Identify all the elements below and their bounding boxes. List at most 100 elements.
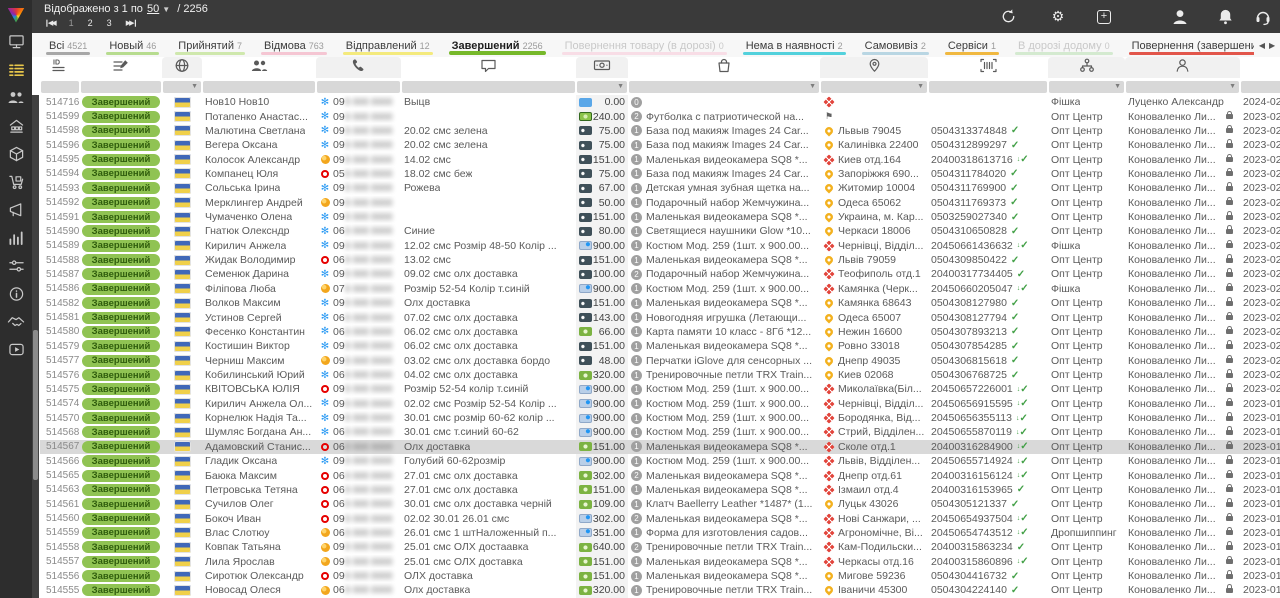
order-row-514577[interactable]: 514577ЗавершенийЧерниш Максим098 888 888… bbox=[40, 353, 1280, 367]
sidebar-item-orders[interactable] bbox=[0, 58, 32, 86]
order-row-514599[interactable]: 514599ЗавершенийПотапенко Анастас...✻098… bbox=[40, 109, 1280, 123]
sidebar-item-procurement[interactable] bbox=[0, 170, 32, 198]
filter-input-id[interactable] bbox=[41, 81, 79, 93]
order-row-514595[interactable]: 514595ЗавершенийКолосок Александр098 888… bbox=[40, 152, 1280, 166]
tab-2[interactable]: Новый46 bbox=[98, 33, 167, 57]
tabs-scroll-left-icon[interactable]: ◀ bbox=[1259, 41, 1265, 50]
refresh-icon[interactable] bbox=[1000, 0, 1017, 33]
order-row-514716[interactable]: 514716ЗавершенийНов10 Нов10✻098 888 8888… bbox=[40, 95, 1280, 109]
column-header-comment[interactable] bbox=[401, 57, 576, 78]
column-header-fulfillment[interactable] bbox=[1048, 57, 1125, 78]
order-row-514582[interactable]: 514582ЗавершенийВолков Максим✻098 888 88… bbox=[40, 296, 1280, 310]
column-header-money[interactable] bbox=[576, 57, 628, 78]
column-header-phone[interactable] bbox=[316, 57, 401, 78]
filter-input-client[interactable] bbox=[203, 81, 315, 93]
filter-input-fulfillment[interactable]: ▼ bbox=[1049, 81, 1124, 93]
filter-input-money[interactable]: ▼ bbox=[577, 81, 627, 93]
profile-icon[interactable] bbox=[1171, 0, 1189, 33]
order-row-514574[interactable]: 514574ЗавершенийКирилич Анжела Ол...✻098… bbox=[40, 397, 1280, 411]
filter-input-ttn[interactable] bbox=[929, 81, 1047, 93]
settings-gear-icon[interactable]: ⚙ bbox=[1043, 0, 1073, 33]
order-row-514594[interactable]: 514594ЗавершенийКомпанец Юля058 888 8888… bbox=[40, 167, 1280, 181]
first-page-button[interactable]: ❙◀◀ bbox=[44, 19, 55, 27]
order-row-514598[interactable]: 514598ЗавершенийМалютина Светлана✻098 88… bbox=[40, 124, 1280, 138]
order-row-514555[interactable]: 514555ЗавершенийНовосад Олеся068 888 888… bbox=[40, 583, 1280, 597]
order-row-514588[interactable]: 514588ЗавершенийЖидак Володимир068 888 8… bbox=[40, 253, 1280, 267]
tab-1[interactable]: Всі4521 bbox=[38, 33, 98, 57]
tab-6[interactable]: Завершений2256 bbox=[441, 33, 554, 57]
column-header-ttn[interactable] bbox=[928, 57, 1048, 78]
order-row-514596[interactable]: 514596ЗавершенийВегера Оксана✻098 888 88… bbox=[40, 138, 1280, 152]
filter-input-phone[interactable] bbox=[317, 81, 400, 93]
page-button-1[interactable]: 1 bbox=[69, 18, 74, 28]
add-new-icon[interactable]: + bbox=[1097, 0, 1111, 33]
order-row-514559[interactable]: 514559ЗавершенийВлас Слотюу068 888 88882… bbox=[40, 526, 1280, 540]
order-row-514560[interactable]: 514560ЗавершенийБокоч Иван098 888 888802… bbox=[40, 511, 1280, 525]
order-row-514590[interactable]: 514590ЗавершенийГнатюк Олексндр✻068 888 … bbox=[40, 224, 1280, 238]
tab-10[interactable]: Сервіси1 bbox=[937, 33, 1007, 57]
scrollbar-thumb[interactable] bbox=[33, 330, 38, 480]
last-page-button[interactable]: ▶▶❙ bbox=[126, 19, 137, 27]
order-row-514592[interactable]: 514592ЗавершенийМерклингер Андрей098 888… bbox=[40, 196, 1280, 210]
order-row-514567[interactable]: 514567ЗавершенийАдамовский Станис...068 … bbox=[40, 440, 1280, 454]
tab-11[interactable]: В дорозі додому0 bbox=[1007, 33, 1121, 57]
order-row-514579[interactable]: 514579ЗавершенийКостишин Виктор✻098 888 … bbox=[40, 339, 1280, 353]
support-icon[interactable] bbox=[1254, 0, 1272, 33]
order-row-514586[interactable]: 514586ЗавершенийФіліпова Люба078 888 888… bbox=[40, 282, 1280, 296]
column-header-status[interactable] bbox=[80, 57, 162, 78]
order-row-514576[interactable]: 514576ЗавершенийКобилинський Юрий✻068 88… bbox=[40, 368, 1280, 382]
page-button-2[interactable]: 2 bbox=[88, 18, 93, 28]
order-row-514581[interactable]: 514581ЗавершенийУстинов Сергей✻068 888 8… bbox=[40, 310, 1280, 324]
tab-7[interactable]: Повернення товару (в дорозі)0 bbox=[554, 33, 735, 57]
order-row-514580[interactable]: 514580ЗавершенийФесенко Константин✻068 8… bbox=[40, 325, 1280, 339]
order-row-514593[interactable]: 514593ЗавершенийСольська Ірина✻098 888 8… bbox=[40, 181, 1280, 195]
filter-input-manager[interactable]: ▼ bbox=[1126, 81, 1239, 93]
tab-8[interactable]: Нема в наявності2 bbox=[735, 33, 854, 57]
filter-input-comment[interactable] bbox=[402, 81, 575, 93]
column-header-client[interactable] bbox=[202, 57, 316, 78]
tab-3[interactable]: Прийнятий7 bbox=[167, 33, 253, 57]
order-row-514566[interactable]: 514566ЗавершенийГладик Оксана✻098 888 88… bbox=[40, 454, 1280, 468]
order-row-514563[interactable]: 514563ЗавершенийПетровська Тетяна068 888… bbox=[40, 483, 1280, 497]
order-row-514558[interactable]: 514558ЗавершенийКовпак Татьяна098 888 88… bbox=[40, 540, 1280, 554]
order-row-514568[interactable]: 514568ЗавершенийШумляс Богдана Ан...✻068… bbox=[40, 425, 1280, 439]
sidebar-item-products[interactable] bbox=[0, 142, 32, 170]
tab-4[interactable]: Відмова763 bbox=[253, 33, 335, 57]
order-row-514591[interactable]: 514591ЗавершенийЧумаченко Олена✻098 888 … bbox=[40, 210, 1280, 224]
filter-input-flag[interactable]: ▼ bbox=[163, 81, 201, 93]
sidebar-item-marketing[interactable] bbox=[0, 198, 32, 226]
order-row-514570[interactable]: 514570ЗавершенийКорнелюк Надія Та...✻098… bbox=[40, 411, 1280, 425]
app-logo[interactable] bbox=[0, 0, 32, 30]
filter-input-delivery[interactable]: ▼ bbox=[821, 81, 927, 93]
sidebar-item-company[interactable] bbox=[0, 114, 32, 142]
order-row-514575[interactable]: 514575ЗавершенийКВІТОВСЬКА ЮЛІЯ098 888 8… bbox=[40, 382, 1280, 396]
sidebar-item-settings-sliders[interactable] bbox=[0, 254, 32, 282]
filter-input-date[interactable] bbox=[1241, 81, 1280, 93]
order-row-514565[interactable]: 514565ЗавершенийБаюка Максим068 888 8888… bbox=[40, 468, 1280, 482]
sidebar-item-partnership[interactable] bbox=[0, 310, 32, 338]
order-row-514589[interactable]: 514589ЗавершенийКирилич Анжела✻098 888 8… bbox=[40, 239, 1280, 253]
column-header-delivery[interactable] bbox=[820, 57, 928, 78]
sidebar-item-clients[interactable] bbox=[0, 86, 32, 114]
filter-input-product[interactable]: ▼ bbox=[629, 81, 819, 93]
order-row-514556[interactable]: 514556ЗавершенийСиротюк Олександр098 888… bbox=[40, 569, 1280, 583]
sidebar-item-info[interactable] bbox=[0, 282, 32, 310]
per-page-select[interactable]: 50 bbox=[147, 3, 159, 15]
column-header-product[interactable] bbox=[628, 57, 820, 78]
tab-5[interactable]: Відправлений12 bbox=[335, 33, 441, 57]
vertical-scrollbar[interactable] bbox=[32, 95, 39, 598]
page-button-3[interactable]: 3 bbox=[107, 18, 112, 28]
tab-9[interactable]: Самовивіз2 bbox=[854, 33, 937, 57]
sidebar-item-video-tutorials[interactable] bbox=[0, 338, 32, 366]
order-row-514561[interactable]: 514561ЗавершенийСучилов Олег068 888 8888… bbox=[40, 497, 1280, 511]
column-header-manager[interactable] bbox=[1125, 57, 1240, 78]
sidebar-item-dashboard[interactable] bbox=[0, 30, 32, 58]
filter-input-status[interactable] bbox=[81, 81, 161, 93]
order-row-514587[interactable]: 514587ЗавершенийСеменюк Дарина✻098 888 8… bbox=[40, 267, 1280, 281]
order-row-514557[interactable]: 514557ЗавершенийЛила Ярослав098 888 8888… bbox=[40, 555, 1280, 569]
sidebar-item-statistics[interactable] bbox=[0, 226, 32, 254]
tabs-scroll-right-icon[interactable]: ▶ bbox=[1269, 41, 1275, 50]
column-header-date[interactable] bbox=[1240, 57, 1280, 78]
column-header-id[interactable]: ID bbox=[40, 57, 80, 78]
notifications-icon[interactable] bbox=[1217, 0, 1234, 33]
